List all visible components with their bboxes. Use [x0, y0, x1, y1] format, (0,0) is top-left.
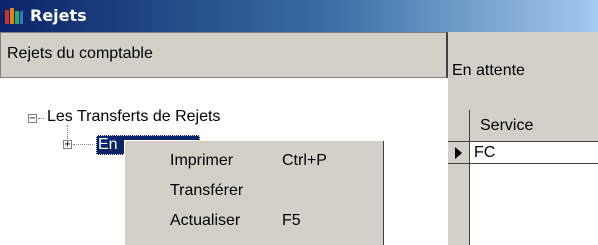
- left-panel-header-label: Rejets du comptable: [7, 45, 153, 62]
- menu-item-label: Imprimer: [170, 152, 234, 169]
- menu-item-imprimer[interactable]: Imprimer Ctrl+P: [124, 148, 384, 174]
- context-menu: Imprimer Ctrl+P Transférer Actualiser F5: [124, 140, 384, 245]
- left-panel-header: Rejets du comptable: [0, 32, 448, 78]
- menu-item-transferer[interactable]: Transférer: [124, 178, 384, 204]
- window-title: Rejets: [30, 6, 87, 25]
- tree-connector: [73, 144, 93, 145]
- cell-value: FC: [474, 144, 496, 161]
- tree-connector: [38, 118, 44, 119]
- books-icon: [5, 8, 23, 24]
- right-panel-header-label: En attente: [452, 62, 525, 79]
- grid-corner: [448, 110, 470, 142]
- title-bar[interactable]: Rejets: [0, 0, 598, 32]
- collapse-icon[interactable]: −: [28, 114, 37, 124]
- column-header-service[interactable]: Service: [470, 110, 598, 142]
- data-grid[interactable]: Service FC: [448, 110, 598, 245]
- right-panel-header: En attente: [448, 32, 598, 110]
- expand-icon[interactable]: +: [63, 140, 72, 150]
- tree-node-root[interactable]: Les Transferts de Rejets: [47, 108, 220, 126]
- column-header-label: Service: [480, 117, 534, 134]
- table-cell[interactable]: FC: [470, 142, 598, 164]
- menu-item-shortcut: Ctrl+P: [282, 152, 327, 169]
- tree-node-label: En: [98, 136, 118, 153]
- menu-item-label: Actualiser: [170, 212, 241, 229]
- row-indicator[interactable]: [448, 142, 470, 164]
- current-row-icon: [455, 147, 462, 159]
- menu-item-label: Transférer: [170, 182, 244, 199]
- menu-item-shortcut: F5: [282, 212, 301, 229]
- menu-item-actualiser[interactable]: Actualiser F5: [124, 208, 384, 234]
- row-indicator-column: [448, 164, 470, 245]
